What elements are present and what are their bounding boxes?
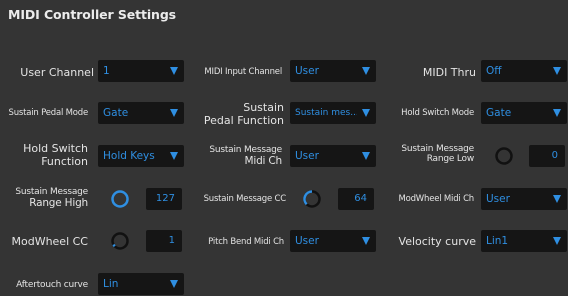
sustain-message-range-high-label-line2: Range High bbox=[29, 197, 88, 209]
midi-input-channel-dropdown[interactable]: User bbox=[290, 60, 376, 82]
sustain-pedal-function-label: Sustain Pedal Function bbox=[196, 101, 284, 127]
sustain-pedal-mode-dropdown[interactable]: Gate bbox=[98, 102, 184, 124]
pitch-bend-midi-ch-label: Pitch Bend Midi Ch bbox=[208, 237, 284, 247]
velocity-curve-dropdown[interactable]: Lin1 bbox=[481, 230, 567, 252]
midi-thru-label: MIDI Thru bbox=[422, 66, 476, 79]
sustain-pedal-function-dropdown[interactable]: Sustain mes... bbox=[290, 102, 376, 124]
chevron-down-icon bbox=[170, 67, 178, 75]
sustain-message-midi-ch-dropdown[interactable]: User bbox=[290, 145, 376, 167]
aftertouch-curve-label: Aftertouch curve bbox=[16, 280, 88, 290]
hold-switch-function-dropdown[interactable]: Hold Keys bbox=[98, 145, 184, 167]
knob-icon[interactable] bbox=[495, 147, 513, 165]
user-channel-dropdown[interactable]: 1 bbox=[98, 60, 184, 82]
sustain-pedal-function-label-line2: Pedal Function bbox=[203, 114, 284, 127]
modwheel-midi-ch-dropdown[interactable]: User bbox=[481, 188, 567, 210]
chevron-down-icon bbox=[362, 152, 370, 160]
panel-title: MIDI Controller Settings bbox=[8, 7, 177, 22]
sustain-message-range-low-label: Sustain Message Range Low bbox=[384, 144, 474, 164]
sustain-message-range-high-label-line1: Sustain Message bbox=[15, 187, 88, 197]
user-channel-label: User Channel bbox=[20, 66, 94, 79]
midi-input-channel-label: MIDI Input Channel bbox=[204, 67, 282, 77]
sustain-pedal-mode-value: Gate bbox=[103, 107, 129, 119]
sustain-message-midi-ch-label-line2: Midi Ch bbox=[244, 155, 283, 167]
pitch-bend-midi-ch-value: User bbox=[295, 235, 319, 247]
aftertouch-curve-value: Lin bbox=[103, 278, 119, 290]
hold-switch-mode-label: Hold Switch Mode bbox=[401, 108, 474, 118]
modwheel-midi-ch-value: User bbox=[486, 193, 510, 205]
hold-switch-mode-value: Gate bbox=[486, 107, 512, 119]
sustain-message-range-low-label-line2: Range Low bbox=[426, 154, 475, 164]
chevron-down-icon bbox=[553, 237, 561, 245]
midi-controller-settings-panel: MIDI Controller Settings User Channel 1 … bbox=[0, 0, 568, 296]
sustain-message-cc-value: 64 bbox=[354, 193, 367, 204]
modwheel-cc-field[interactable]: 1 bbox=[146, 230, 182, 252]
chevron-down-icon bbox=[553, 67, 561, 75]
sustain-message-cc-label: Sustain Message CC bbox=[203, 194, 287, 204]
sustain-message-midi-ch-label: Sustain Message Midi Ch bbox=[196, 145, 282, 168]
chevron-down-icon bbox=[553, 195, 561, 203]
hold-switch-function-label: Hold Switch Function bbox=[8, 142, 88, 168]
sustain-message-range-high-value: 127 bbox=[155, 193, 175, 204]
chevron-down-icon bbox=[170, 152, 178, 160]
knob-icon[interactable] bbox=[111, 190, 129, 208]
velocity-curve-label: Velocity curve bbox=[398, 235, 476, 248]
sustain-message-range-low-field[interactable]: 0 bbox=[529, 145, 565, 167]
midi-thru-value: Off bbox=[486, 65, 502, 77]
hold-switch-function-label-line2: Function bbox=[41, 155, 88, 168]
sustain-message-range-low-label-line1: Sustain Message bbox=[401, 144, 474, 154]
chevron-down-icon bbox=[362, 109, 370, 117]
modwheel-midi-ch-label: ModWheel Midi Ch bbox=[398, 194, 474, 204]
hold-switch-mode-dropdown[interactable]: Gate bbox=[481, 102, 567, 124]
hold-switch-function-value: Hold Keys bbox=[103, 150, 155, 162]
sustain-pedal-function-label-line1: Sustain bbox=[243, 101, 284, 114]
knob-icon[interactable] bbox=[111, 232, 129, 250]
modwheel-cc-value: 1 bbox=[168, 235, 175, 246]
sustain-pedal-function-value: Sustain mes... bbox=[295, 108, 357, 118]
midi-input-channel-value: User bbox=[295, 65, 319, 77]
chevron-down-icon bbox=[170, 280, 178, 288]
sustain-message-midi-ch-label-line1: Sustain Message bbox=[209, 145, 282, 155]
midi-thru-dropdown[interactable]: Off bbox=[481, 60, 567, 82]
velocity-curve-value: Lin1 bbox=[486, 235, 509, 247]
user-channel-value: 1 bbox=[103, 65, 110, 77]
chevron-down-icon bbox=[362, 67, 370, 75]
sustain-message-cc-field[interactable]: 64 bbox=[338, 188, 374, 210]
pitch-bend-midi-ch-dropdown[interactable]: User bbox=[290, 230, 376, 252]
aftertouch-curve-dropdown[interactable]: Lin bbox=[98, 273, 184, 295]
chevron-down-icon bbox=[170, 109, 178, 117]
knob-icon[interactable] bbox=[303, 190, 321, 208]
chevron-down-icon bbox=[362, 237, 370, 245]
sustain-pedal-mode-label: Sustain Pedal Mode bbox=[8, 108, 89, 118]
hold-switch-function-label-line1: Hold Switch bbox=[23, 142, 88, 155]
sustain-message-range-high-field[interactable]: 127 bbox=[146, 188, 182, 210]
sustain-message-range-high-label: Sustain Message Range High bbox=[4, 187, 88, 210]
sustain-message-midi-ch-value: User bbox=[295, 150, 319, 162]
modwheel-cc-label: ModWheel CC bbox=[11, 235, 88, 248]
chevron-down-icon bbox=[553, 109, 561, 117]
sustain-message-range-low-value: 0 bbox=[551, 150, 558, 161]
